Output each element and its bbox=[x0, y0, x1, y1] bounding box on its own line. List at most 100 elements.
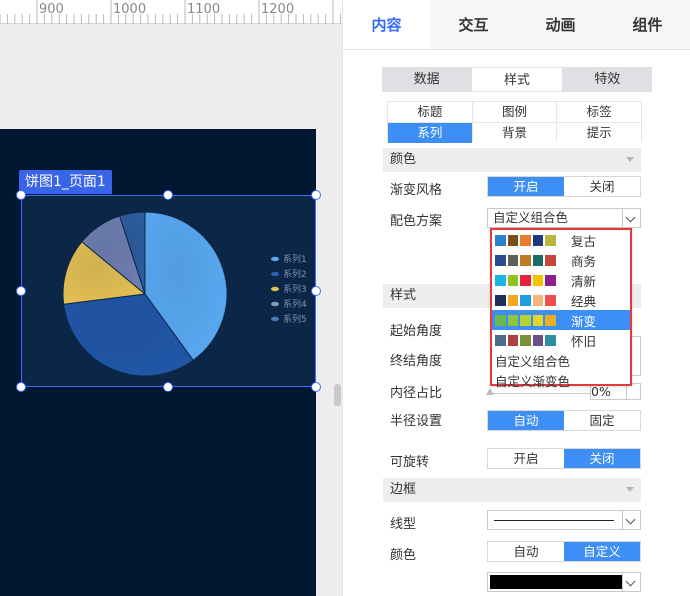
border-color-auto-button[interactable]: 自动 bbox=[488, 542, 564, 561]
color-scheme-select[interactable]: 自定义组合色 bbox=[487, 208, 641, 228]
resize-handle-bottom-left[interactable] bbox=[16, 382, 26, 392]
color-scheme-label: 配色方案 bbox=[390, 214, 443, 229]
color-chip bbox=[532, 274, 543, 286]
category-title[interactable]: 标题 bbox=[388, 102, 472, 122]
color-chip bbox=[495, 334, 506, 346]
gradient-style-label: 渐变风格 bbox=[390, 183, 443, 198]
resize-handle-top-left[interactable] bbox=[16, 190, 26, 200]
horizontal-ruler: 900 1000 1100 1200 bbox=[0, 0, 342, 24]
chevron-down-icon[interactable] bbox=[622, 209, 640, 227]
color-scheme-dropdown: 复古 商务 清新 经典 渐变 怀旧 自定义组合色 自定义渐变色 bbox=[490, 228, 632, 389]
subtab-effect[interactable]: 特效 bbox=[562, 67, 652, 92]
legend-label[interactable]: 系列3 bbox=[283, 283, 307, 295]
color-chip bbox=[532, 254, 543, 266]
rotatable-label: 可旋转 bbox=[390, 455, 430, 470]
line-type-select[interactable] bbox=[487, 510, 641, 530]
sub-tabs: 数据 样式 特效 bbox=[382, 67, 652, 92]
radius-label: 半径设置 bbox=[390, 414, 443, 429]
color-swatch-fill bbox=[490, 575, 622, 589]
scheme-swatches bbox=[495, 294, 563, 306]
resize-handle-bottom[interactable] bbox=[163, 382, 173, 392]
end-angle-label: 终结角度 bbox=[390, 354, 443, 369]
radius-auto-button[interactable]: 自动 bbox=[488, 411, 564, 430]
scheme-option-custom-combo[interactable]: 自定义组合色 bbox=[492, 350, 630, 370]
color-chip bbox=[520, 314, 531, 326]
color-chip bbox=[495, 274, 506, 286]
legend-marker bbox=[271, 316, 279, 322]
inner-ratio-slider-track[interactable] bbox=[489, 393, 597, 394]
resize-handle-left[interactable] bbox=[16, 286, 26, 296]
scheme-name: 渐变 bbox=[571, 313, 597, 329]
border-color-label: 颜色 bbox=[390, 548, 417, 563]
border-color-toggle: 自动 自定义 bbox=[487, 541, 641, 562]
legend-marker bbox=[271, 256, 279, 262]
section-title: 边框 bbox=[390, 482, 417, 497]
color-chip bbox=[545, 294, 556, 306]
tab-interaction[interactable]: 交互 bbox=[430, 0, 517, 49]
scheme-option-gradient[interactable]: 渐变 bbox=[492, 310, 630, 330]
tab-content[interactable]: 内容 bbox=[343, 0, 430, 49]
section-border-header[interactable]: 边框 bbox=[383, 478, 641, 502]
section-color-header[interactable]: 颜色 bbox=[383, 148, 641, 172]
resize-handle-right[interactable] bbox=[311, 286, 321, 296]
resize-handle-top-right[interactable] bbox=[311, 190, 321, 200]
legend-label[interactable]: 系列1 bbox=[283, 253, 307, 265]
main-tabs: 内容 交互 动画 组件 bbox=[343, 0, 690, 50]
pie-chart[interactable]: 系列1 系列2 系列3 系列4 系列5 bbox=[22, 196, 317, 388]
category-tooltip[interactable]: 提示 bbox=[557, 123, 641, 143]
subtab-style[interactable]: 样式 bbox=[471, 67, 563, 92]
subtab-data[interactable]: 数据 bbox=[382, 67, 472, 92]
chevron-down-icon[interactable] bbox=[622, 511, 640, 529]
scheme-name: 复古 bbox=[571, 233, 597, 249]
rotatable-on-button[interactable]: 开启 bbox=[488, 449, 564, 468]
color-chip bbox=[507, 254, 518, 266]
resize-handle-bottom-right[interactable] bbox=[311, 382, 321, 392]
color-chip bbox=[507, 274, 518, 286]
chevron-down-icon[interactable] bbox=[622, 573, 640, 591]
rotatable-off-button[interactable]: 关闭 bbox=[564, 449, 640, 468]
end-angle-input[interactable] bbox=[631, 336, 641, 376]
category-label[interactable]: 标签 bbox=[557, 102, 641, 122]
color-chip bbox=[545, 314, 556, 326]
legend-label[interactable]: 系列4 bbox=[283, 298, 307, 310]
pie-chart-widget[interactable]: 系列1 系列2 系列3 系列4 系列5 bbox=[21, 195, 316, 387]
scheme-option-nostalgic[interactable]: 怀旧 bbox=[492, 330, 630, 350]
resize-handle-top[interactable] bbox=[163, 190, 173, 200]
scheme-swatches bbox=[495, 334, 563, 346]
widget-title-tag[interactable]: 饼图1_页面1 bbox=[19, 170, 112, 194]
category-background[interactable]: 背景 bbox=[472, 123, 557, 143]
ruler-label: 1100 bbox=[187, 2, 221, 17]
gradient-off-button[interactable]: 关闭 bbox=[564, 177, 640, 196]
gradient-on-button[interactable]: 开启 bbox=[488, 177, 564, 196]
category-legend[interactable]: 图例 bbox=[472, 102, 557, 122]
scheme-option-business[interactable]: 商务 bbox=[492, 250, 630, 270]
collapse-caret-icon bbox=[626, 487, 634, 492]
color-chip bbox=[532, 234, 543, 246]
radius-toggle: 自动 固定 bbox=[487, 410, 641, 431]
radius-fixed-button[interactable]: 固定 bbox=[564, 411, 640, 430]
scheme-name: 清新 bbox=[571, 273, 597, 289]
ruler-label: 900 bbox=[39, 2, 64, 17]
legend-label[interactable]: 系列2 bbox=[283, 268, 307, 280]
legend-label[interactable]: 系列5 bbox=[283, 313, 307, 325]
color-chip bbox=[520, 234, 531, 246]
scheme-option-custom-gradient[interactable]: 自定义渐变色 bbox=[492, 370, 630, 390]
scrollbar-thumb[interactable] bbox=[334, 384, 341, 406]
color-chip bbox=[520, 254, 531, 266]
scheme-option-fresh[interactable]: 清新 bbox=[492, 270, 630, 290]
scheme-option-classic[interactable]: 经典 bbox=[492, 290, 630, 310]
canvas-area[interactable]: 900 1000 1100 1200 系列1 系列2 系列3 系列4 系列5 饼图1_页… bbox=[0, 0, 342, 596]
color-chip bbox=[532, 314, 543, 326]
tab-animation[interactable]: 动画 bbox=[517, 0, 604, 49]
color-chip bbox=[507, 334, 518, 346]
color-chip bbox=[495, 294, 506, 306]
border-color-custom-button[interactable]: 自定义 bbox=[564, 542, 640, 561]
scheme-option-retro[interactable]: 复古 bbox=[492, 230, 630, 250]
color-chip bbox=[520, 294, 531, 306]
color-chip bbox=[507, 314, 518, 326]
tab-component[interactable]: 组件 bbox=[604, 0, 690, 49]
border-color-picker[interactable] bbox=[487, 572, 641, 592]
color-chip bbox=[495, 314, 506, 326]
category-series[interactable]: 系列 bbox=[388, 123, 472, 143]
scheme-swatches bbox=[495, 274, 563, 286]
